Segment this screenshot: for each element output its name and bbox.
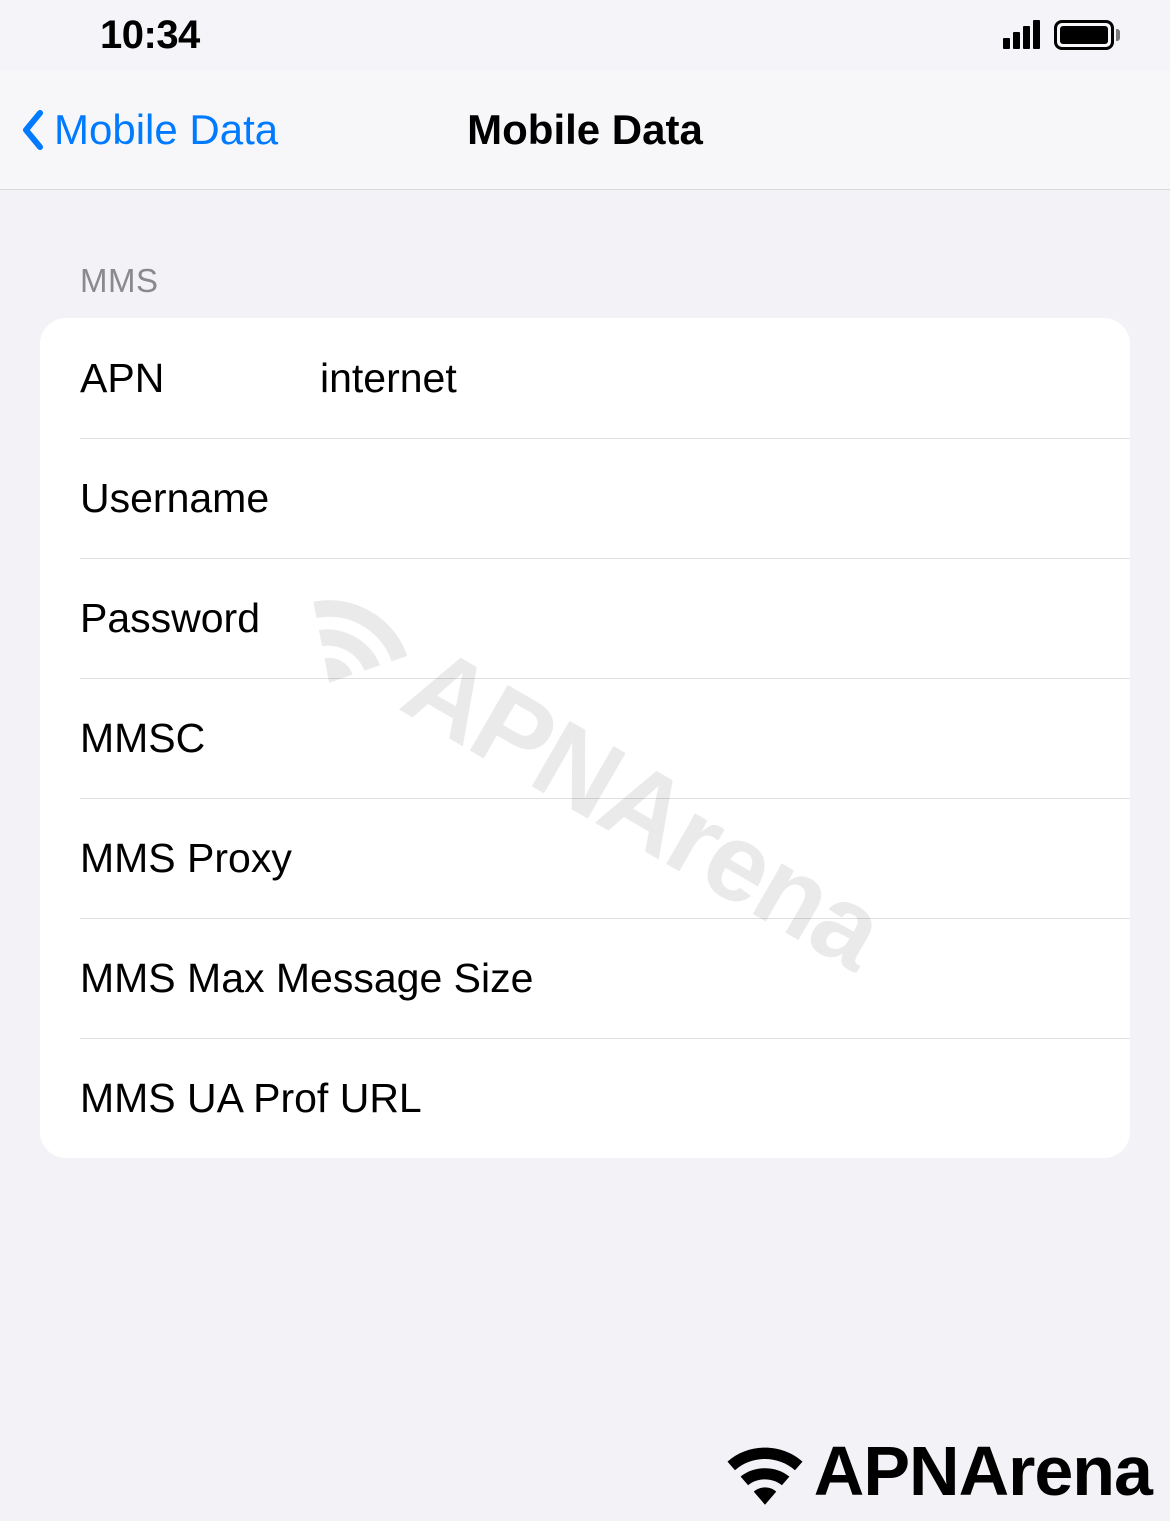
page-title: Mobile Data [467,106,703,154]
row-username[interactable]: Username [40,438,1130,558]
brand-footer: APNArena [720,1431,1152,1511]
input-mms-ua[interactable] [422,1075,1090,1122]
section-header-mms: MMS [0,262,1170,318]
input-mms-max[interactable] [533,955,1090,1002]
row-mms-max[interactable]: MMS Max Message Size [40,918,1130,1038]
row-mms-ua[interactable]: MMS UA Prof URL [40,1038,1130,1158]
brand-text: APNArena [814,1431,1152,1511]
row-mmsc[interactable]: MMSC [40,678,1130,798]
status-bar: 10:34 [0,0,1170,70]
row-password[interactable]: Password [40,558,1130,678]
navigation-bar: Mobile Data Mobile Data [0,70,1170,190]
label-mms-ua: MMS UA Prof URL [80,1075,422,1122]
battery-icon [1054,20,1120,50]
label-apn: APN [80,355,320,402]
content-area: MMS APN Username Password MMSC MMS Proxy… [0,190,1170,1158]
label-mms-proxy: MMS Proxy [80,835,292,882]
status-indicators [1003,20,1120,50]
input-username[interactable] [320,475,1090,522]
back-button[interactable]: Mobile Data [20,106,278,154]
wifi-icon [720,1436,810,1506]
input-mmsc[interactable] [320,715,1090,762]
input-apn[interactable] [320,355,1090,402]
label-mms-max: MMS Max Message Size [80,955,533,1002]
row-mms-proxy[interactable]: MMS Proxy [40,798,1130,918]
cellular-signal-icon [1003,21,1040,49]
label-password: Password [80,595,320,642]
label-mmsc: MMSC [80,715,320,762]
input-password[interactable] [320,595,1090,642]
status-time: 10:34 [100,13,200,58]
settings-group-mms: APN Username Password MMSC MMS Proxy MMS… [40,318,1130,1158]
label-username: Username [80,475,320,522]
chevron-back-icon [20,109,44,151]
row-apn[interactable]: APN [40,318,1130,438]
input-mms-proxy[interactable] [292,835,1090,882]
back-label: Mobile Data [54,106,278,154]
